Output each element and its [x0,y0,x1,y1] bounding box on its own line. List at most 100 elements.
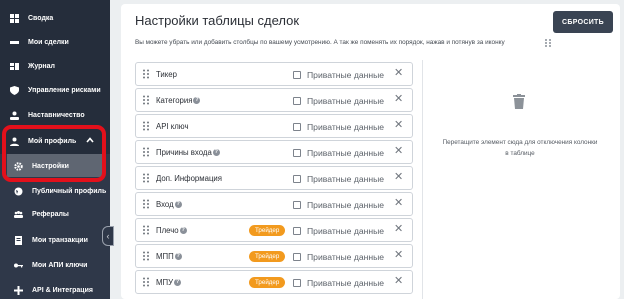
column-row[interactable]: МПП? Трейдер Приватные данные ✕ [135,244,413,268]
private-data-checkbox[interactable] [293,201,301,209]
sidebar-item-10[interactable]: Мои АПИ ключи [0,253,110,277]
help-icon[interactable]: ? [179,227,187,235]
private-data-label[interactable]: Приватные данные [307,226,384,236]
private-data-label[interactable]: Приватные данные [307,200,384,210]
drag-handle-icon[interactable] [143,277,149,287]
sidebar-item-label: Мои транзакции [32,236,88,244]
help-icon[interactable]: ? [174,253,182,261]
remove-column-close-icon[interactable]: ✕ [394,145,403,157]
sidebar-item-label: Рефералы [32,210,69,218]
drag-handle-icon[interactable] [143,199,149,209]
column-name-text: Плечо [156,226,179,235]
column-name: Вход? [156,200,182,209]
sidebar-item-9[interactable]: Мои транзакции [0,228,110,252]
sidebar-item-8[interactable]: Рефералы [0,202,110,226]
remove-column-close-icon[interactable]: ✕ [394,67,403,79]
column-name: МПУ? [156,278,182,287]
column-name: API ключ [156,122,189,131]
drag-handle-icon[interactable] [143,225,149,235]
column-row[interactable]: Причины входа? Приватные данные ✕ [135,140,413,164]
private-data-checkbox[interactable] [293,97,301,105]
drag-grip-icon [545,39,551,47]
sidebar-item-11[interactable]: API & Интеграция [0,278,110,299]
shield-icon [10,85,19,95]
sidebar-item-0[interactable]: Сводка [0,6,110,30]
column-name-text: Тикер [156,70,177,79]
annotation-highlight-box [2,125,106,182]
description-text: Вы можете убрать или добавить столбцы по… [135,39,505,46]
sidebar-item-label: Журнал [28,62,55,70]
drag-handle-icon[interactable] [143,95,149,105]
integration-icon [14,285,23,295]
remove-column-close-icon[interactable]: ✕ [394,223,403,235]
sidebar-item-2[interactable]: Журнал [0,54,110,78]
private-data-label[interactable]: Приватные данные [307,174,384,184]
help-icon[interactable]: ? [212,149,220,157]
sidebar-collapse-handle[interactable]: ‹ [102,226,114,246]
column-row[interactable]: Тикер Приватные данные ✕ [135,62,413,86]
column-name-text: Категория [156,96,193,105]
remove-column-close-icon[interactable]: ✕ [394,171,403,183]
column-name-text: МПП [156,252,174,261]
column-name: Причины входа? [156,148,220,157]
column-row[interactable]: Категория? Приватные данные ✕ [135,88,413,112]
key-icon [14,261,23,270]
journal-icon [10,62,19,71]
column-row[interactable]: API ключ Приватные данные ✕ [135,114,413,138]
private-data-label[interactable]: Приватные данные [307,252,384,262]
help-icon[interactable]: ? [174,201,182,209]
remove-column-close-icon[interactable]: ✕ [394,197,403,209]
private-data-label[interactable]: Приватные данные [307,96,384,106]
column-row[interactable]: МПУ? Трейдер Приватные данные ✕ [135,270,413,294]
column-row[interactable]: Плечо? Трейдер Приватные данные ✕ [135,218,413,242]
private-data-checkbox[interactable] [293,123,301,131]
help-icon[interactable]: ? [174,279,182,287]
sidebar-item-3[interactable]: Управление рисками [0,78,110,102]
sidebar-item-1[interactable]: Мои сделки [0,30,110,54]
private-data-checkbox[interactable] [293,149,301,157]
column-name-text: Доп. Информация [156,174,222,183]
drag-handle-icon[interactable] [143,121,149,131]
sidebar-item-label: API & Интеграция [32,286,93,294]
receipt-icon [14,235,23,245]
sidebar-item-label: Сводка [28,14,54,22]
remove-column-close-icon[interactable]: ✕ [394,119,403,131]
column-name: Тикер [156,70,177,79]
column-row[interactable]: Доп. Информация Приватные данные ✕ [135,166,413,190]
column-name: Плечо? [156,226,187,235]
drop-zone-text: Перетащите элемент сюда для отключения к… [442,139,598,157]
column-name-text: Причины входа [156,148,212,157]
remove-column-close-icon[interactable]: ✕ [394,275,403,287]
drag-handle-icon[interactable] [143,147,149,157]
private-data-checkbox[interactable] [293,253,301,261]
drag-handle-icon[interactable] [143,69,149,79]
trader-badge: Трейдер [249,225,286,236]
sidebar-item-label: Наставничество [28,111,85,119]
private-data-label[interactable]: Приватные данные [307,122,384,132]
column-name-text: МПУ [156,278,174,287]
sidebar-item-4[interactable]: Наставничество [0,103,110,127]
column-row[interactable]: Вход? Приватные данные ✕ [135,192,413,216]
remove-column-close-icon[interactable]: ✕ [394,93,403,105]
private-data-checkbox[interactable] [293,227,301,235]
drag-handle-icon[interactable] [143,173,149,183]
remove-column-close-icon[interactable]: ✕ [394,249,403,261]
private-data-checkbox[interactable] [293,71,301,79]
private-data-checkbox[interactable] [293,279,301,287]
mentor-icon [10,111,19,120]
sidebar-item-label: Мои АПИ ключи [32,261,88,269]
private-data-label[interactable]: Приватные данные [307,148,384,158]
column-name-text: API ключ [156,122,189,131]
private-data-label[interactable]: Приватные данные [307,278,384,288]
column-name: Категория? [156,96,201,105]
trader-badge: Трейдер [249,277,286,288]
sidebar-item-7[interactable]: Публичный профиль [0,179,110,203]
private-data-checkbox[interactable] [293,175,301,183]
help-icon[interactable]: ? [193,97,201,105]
drag-handle-icon[interactable] [143,251,149,261]
dashboard-icon [10,13,19,23]
reset-button[interactable]: СБРОСИТЬ [553,11,613,33]
sidebar-item-label: Публичный профиль [32,187,107,195]
private-data-label[interactable]: Приватные данные [307,70,384,80]
trades-icon [10,38,19,47]
